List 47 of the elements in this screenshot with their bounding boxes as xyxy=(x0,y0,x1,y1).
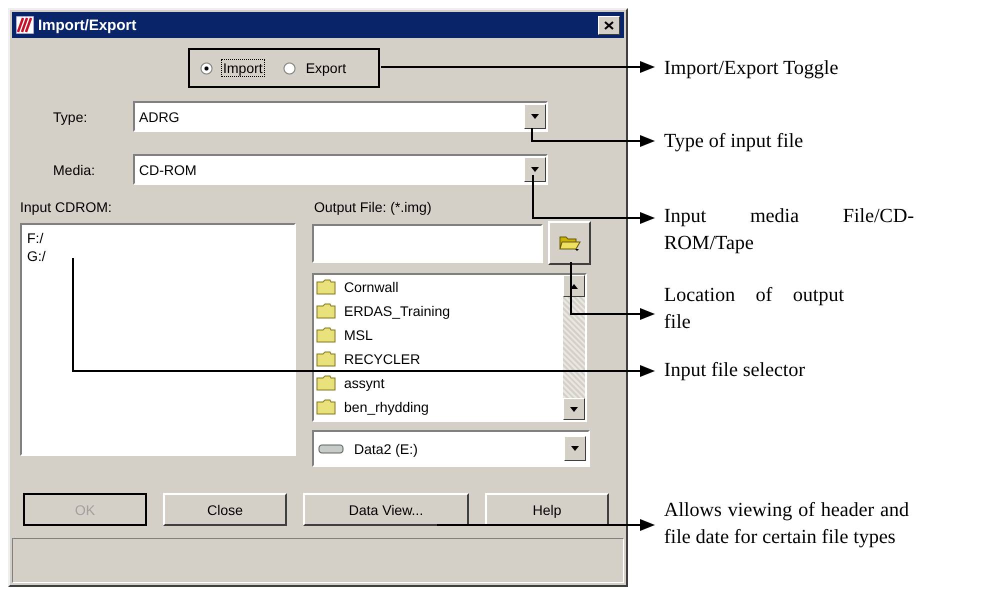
window-title: Import/Export xyxy=(38,16,138,34)
annotation-text: Input file selector xyxy=(664,358,806,383)
app-icon xyxy=(16,16,34,34)
dropdown-arrow-icon xyxy=(531,167,539,172)
close-icon xyxy=(604,20,614,30)
annotation-text: Input media File/CD-ROM/Tape xyxy=(664,204,914,256)
type-dropdown[interactable]: ADRG xyxy=(133,101,548,132)
radio-icon xyxy=(200,62,213,74)
folder-icon xyxy=(316,303,336,319)
folder-icon xyxy=(316,279,336,295)
folder-icon xyxy=(316,399,336,415)
input-list-item[interactable]: G:/ xyxy=(27,247,46,265)
dropdown-arrow-icon xyxy=(531,114,539,119)
annotation-text: Allows viewing of header and file date for certain file types xyxy=(664,498,909,550)
input-cdrom-label: Input CDROM: xyxy=(20,199,112,217)
output-file-field[interactable] xyxy=(312,224,543,262)
output-file-label: Output File: (*.img) xyxy=(314,199,432,217)
folder-item[interactable]: ERDAS_Training xyxy=(314,299,563,323)
dialog-button[interactable]: Data View... xyxy=(303,493,469,526)
scroll-up-icon xyxy=(570,284,578,288)
folder-icon xyxy=(316,375,336,391)
radio-icon xyxy=(282,62,296,74)
media-dropdown[interactable]: CD-ROM xyxy=(133,154,548,185)
folder-icon xyxy=(558,234,580,252)
type-label: Type: xyxy=(52,108,88,124)
folder-item[interactable]: assynt xyxy=(314,371,563,395)
annotation-text: Location of output file xyxy=(664,283,844,335)
folder-icon xyxy=(316,351,336,367)
media-label: Media: xyxy=(52,162,96,178)
folder-item[interactable]: MSL xyxy=(314,323,563,347)
browse-button[interactable] xyxy=(548,221,591,265)
drive-dropdown[interactable]: Data2 (E:) xyxy=(312,430,590,467)
annotation-text: Type of input file xyxy=(664,129,804,154)
drive-icon xyxy=(318,442,344,454)
folder-icon xyxy=(316,327,336,343)
folder-item[interactable]: Cornwall xyxy=(314,275,563,299)
annotation-text: Import/Export Toggle xyxy=(664,56,840,81)
close-button[interactable] xyxy=(598,16,620,34)
dialog-button[interactable]: Help xyxy=(485,493,609,526)
dialog-button[interactable]: Close xyxy=(163,493,287,526)
folder-item[interactable]: ben_rhydding xyxy=(314,395,563,419)
scrollbar[interactable] xyxy=(563,275,585,420)
input-list-item[interactable]: F:/ xyxy=(27,229,44,247)
folder-item[interactable]: RECYCLER xyxy=(314,347,563,371)
mode-radio[interactable]: Export xyxy=(282,59,348,77)
scroll-down-icon xyxy=(570,406,578,412)
dropdown-arrow-icon xyxy=(571,446,579,451)
